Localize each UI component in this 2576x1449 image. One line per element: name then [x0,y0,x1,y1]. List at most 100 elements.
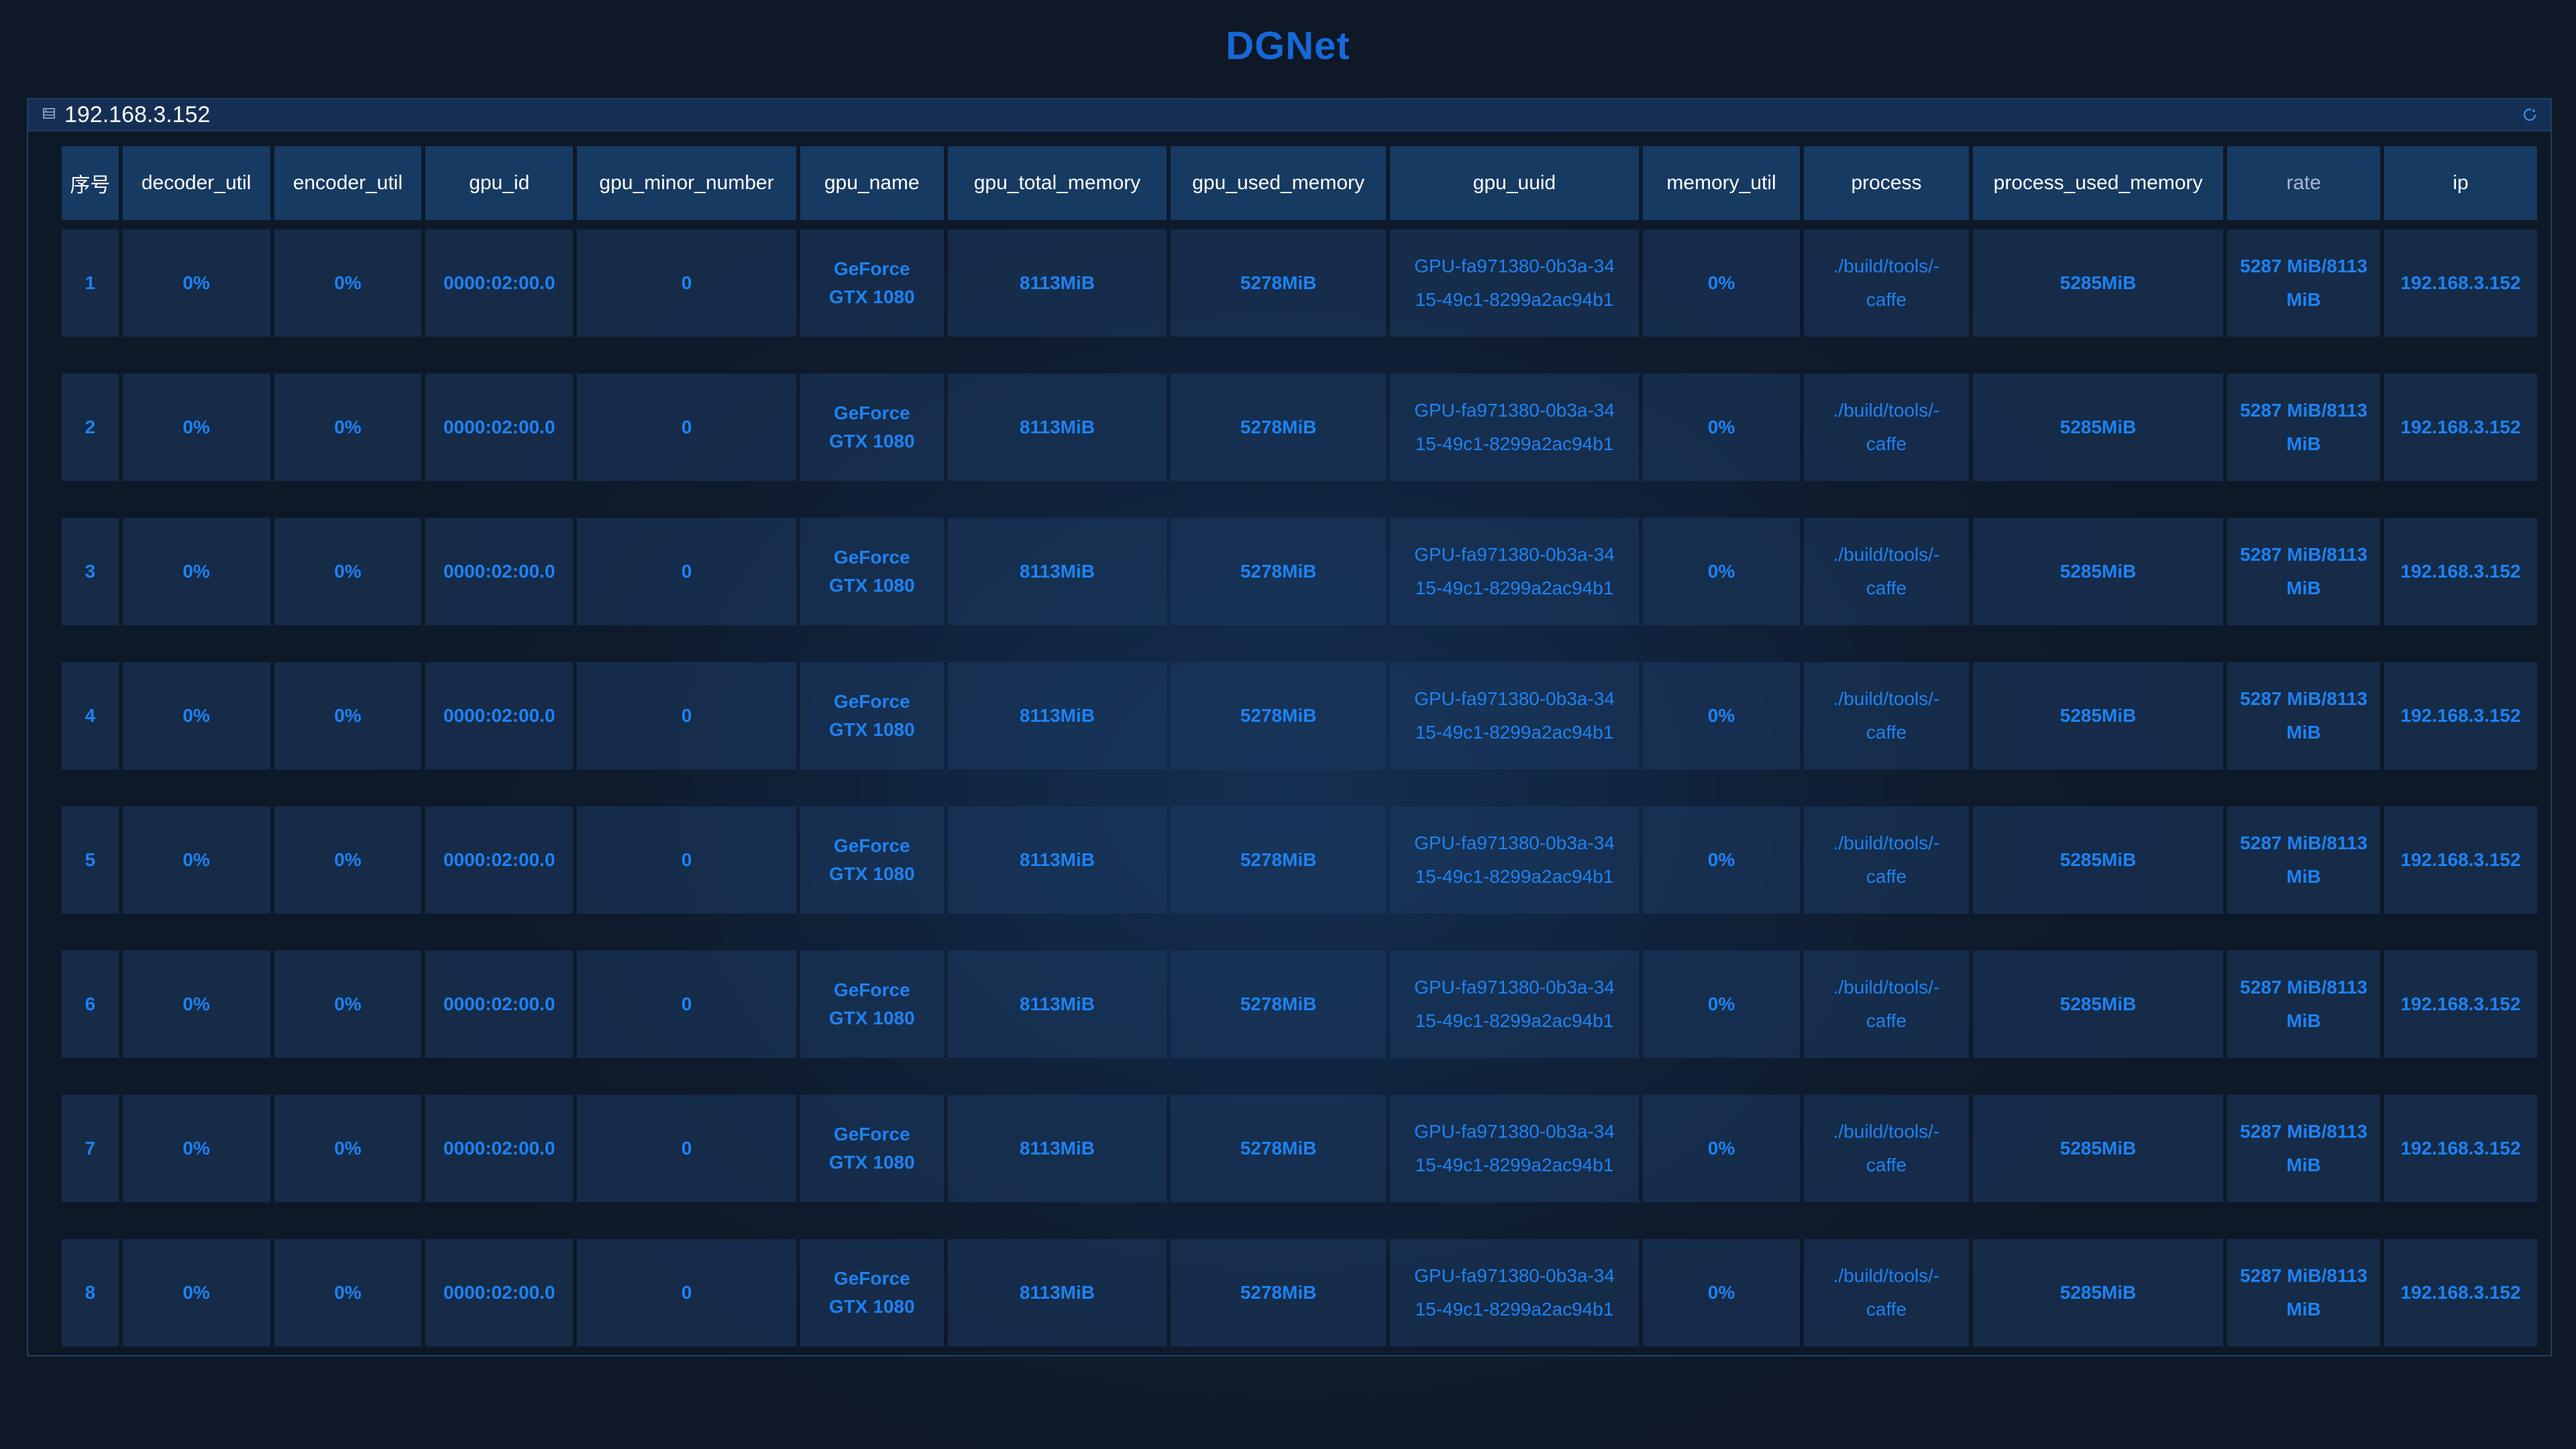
cell-memory-util: 0% [1643,229,1800,337]
cell-gpu-used-memory: 5278MiB [1171,662,1386,769]
cell-gpu-uuid-line: 15-49c1-8299a2ac94b1 [1415,1299,1614,1320]
cell-process-used-memory: 5285MiB [1973,951,2224,1058]
column-header-encoder-util[interactable]: encoder_util [274,146,422,220]
cell-process-line: caffe [1866,433,1907,454]
cell-gpu-id: 0000:02:00.0 [425,229,574,337]
column-header-ip[interactable]: ip [2384,146,2537,220]
column-header-memory-util[interactable]: memory_util [1643,146,1800,220]
cell-gpu-uuid-line: GPU-fa971380-0b3a-34 [1414,256,1615,276]
cell-rate: 5287 MiB/8113 MiB [2227,951,2380,1058]
cell-gpu-used-memory: 5278MiB [1171,229,1386,337]
gap-cell [62,337,2537,374]
cell-gpu-uuid-line: GPU-fa971380-0b3a-34 [1414,688,1615,709]
cell-encoder-util: 0% [274,951,422,1058]
cell-process-used-memory: 5285MiB [1973,806,2224,914]
cell-gpu-uuid-line: 15-49c1-8299a2ac94b1 [1415,722,1614,743]
cell-gpu-name: GeForce GTX 1080 [800,1095,944,1202]
cell-encoder-util: 0% [274,374,422,481]
cell-rate: 5287 MiB/8113 MiB [2227,662,2380,769]
table-spacer [62,220,2537,229]
cell-process-used-memory: 5285MiB [1973,374,2224,481]
cell-gpu-uuid-line: 15-49c1-8299a2ac94b1 [1415,289,1614,310]
cell-rate-line: MiB [2286,1155,2321,1175]
cell-process-line: caffe [1866,1155,1907,1175]
cell-rate-line: 5287 MiB/8113 [2240,833,2368,853]
table-row[interactable]: 7 0% 0% 0000:02:00.0 0 GeForce GTX 1080 8113MiB… [62,1095,2537,1202]
host-label: 192.168.3.152 [64,102,211,127]
cell-memory-util: 0% [1643,1095,1800,1202]
row-gap [62,625,2537,662]
cell-ip: 192.168.3.152 [2384,662,2537,769]
table-row[interactable]: 3 0% 0% 0000:02:00.0 0 GeForce GTX 1080 8113MiB… [62,518,2537,625]
cell-gpu-uuid-line: GPU-fa971380-0b3a-34 [1414,544,1615,565]
cell-process-line: caffe [1866,1010,1907,1031]
column-header-gpu-id[interactable]: gpu_id [425,146,574,220]
cell-memory-util: 0% [1643,518,1800,625]
cell-encoder-util: 0% [274,1239,422,1346]
cell-gpu-total-memory: 8113MiB [947,1095,1167,1202]
cell-process-used-memory: 5285MiB [1973,1239,2224,1346]
column-header-gpu-uuid[interactable]: gpu_uuid [1389,146,1640,220]
column-header-process-used-memory[interactable]: process_used_memory [1973,146,2224,220]
cell-gpu-used-memory: 5278MiB [1171,1095,1386,1202]
gap-cell [62,1058,2537,1095]
cell-encoder-util: 0% [274,229,422,337]
column-header-process[interactable]: process [1803,146,1970,220]
cell-gpu-uuid-line: 15-49c1-8299a2ac94b1 [1415,866,1614,887]
cell-rate: 5287 MiB/8113 MiB [2227,806,2380,914]
cell-gpu-uuid-line: GPU-fa971380-0b3a-34 [1414,1121,1615,1142]
cell-decoder-util: 0% [122,1095,270,1202]
cell-index: 6 [62,951,119,1058]
column-header-gpu-name[interactable]: gpu_name [800,146,944,220]
gap-cell [62,769,2537,806]
gpu-table: 序号 decoder_util encoder_util gpu_id gpu_… [58,146,2541,1346]
cell-index: 8 [62,1239,119,1346]
column-header-gpu-minor-number[interactable]: gpu_minor_number [577,146,796,220]
cell-gpu-minor-number: 0 [577,374,796,481]
cell-rate-line: MiB [2286,866,2321,887]
column-header-rate[interactable]: rate [2227,146,2380,220]
cell-rate-line: 5287 MiB/8113 [2240,256,2368,276]
table-row[interactable]: 8 0% 0% 0000:02:00.0 0 GeForce GTX 1080 8113MiB… [62,1239,2537,1346]
cell-process: ./build/tools/- caffe [1803,1095,1970,1202]
table-row[interactable]: 1 0% 0% 0000:02:00.0 0 GeForce GTX 1080 8113MiB… [62,229,2537,337]
cell-gpu-name-line: GeForce [833,258,910,279]
table-row[interactable]: 2 0% 0% 0000:02:00.0 0 GeForce GTX 1080 8113MiB… [62,374,2537,481]
table-row[interactable]: 6 0% 0% 0000:02:00.0 0 GeForce GTX 1080 8113MiB… [62,951,2537,1058]
gap-cell [62,625,2537,662]
cell-gpu-name-line: GeForce [833,835,910,856]
cell-gpu-uuid-line: GPU-fa971380-0b3a-34 [1414,977,1615,998]
column-header-index[interactable]: 序号 [62,146,119,220]
row-gap [62,481,2537,518]
cell-gpu-used-memory: 5278MiB [1171,1239,1386,1346]
spacer-cell [62,220,2537,229]
cell-gpu-uuid: GPU-fa971380-0b3a-34 15-49c1-8299a2ac94b1 [1389,1095,1640,1202]
column-header-gpu-used-memory[interactable]: gpu_used_memory [1171,146,1386,220]
cell-rate-line: MiB [2286,289,2321,310]
cell-gpu-name: GeForce GTX 1080 [800,806,944,914]
refresh-icon[interactable] [2521,106,2538,123]
cell-gpu-uuid-line: 15-49c1-8299a2ac94b1 [1415,578,1614,598]
cell-gpu-used-memory: 5278MiB [1171,951,1386,1058]
cell-process-line: ./build/tools/- [1833,688,1940,709]
cell-memory-util: 0% [1643,662,1800,769]
cell-rate: 5287 MiB/8113 MiB [2227,518,2380,625]
cell-gpu-uuid: GPU-fa971380-0b3a-34 15-49c1-8299a2ac94b1 [1389,1239,1640,1346]
column-header-gpu-total-memory[interactable]: gpu_total_memory [947,146,1167,220]
cell-gpu-minor-number: 0 [577,229,796,337]
cell-gpu-id: 0000:02:00.0 [425,1095,574,1202]
cell-gpu-minor-number: 0 [577,1239,796,1346]
row-gap [62,1202,2537,1239]
cell-process: ./build/tools/- caffe [1803,806,1970,914]
table-row[interactable]: 5 0% 0% 0000:02:00.0 0 GeForce GTX 1080 8113MiB… [62,806,2537,914]
cell-process-line: caffe [1866,1299,1907,1320]
row-gap [62,914,2537,951]
cell-rate-line: MiB [2286,1010,2321,1031]
cell-gpu-uuid: GPU-fa971380-0b3a-34 15-49c1-8299a2ac94b1 [1389,662,1640,769]
table-row[interactable]: 4 0% 0% 0000:02:00.0 0 GeForce GTX 1080 8113MiB… [62,662,2537,769]
cell-process-used-memory: 5285MiB [1973,229,2224,337]
column-header-decoder-util[interactable]: decoder_util [122,146,270,220]
cell-rate-line: 5287 MiB/8113 [2240,688,2368,709]
cell-rate-line: MiB [2286,578,2321,598]
cell-process-line: caffe [1866,578,1907,598]
